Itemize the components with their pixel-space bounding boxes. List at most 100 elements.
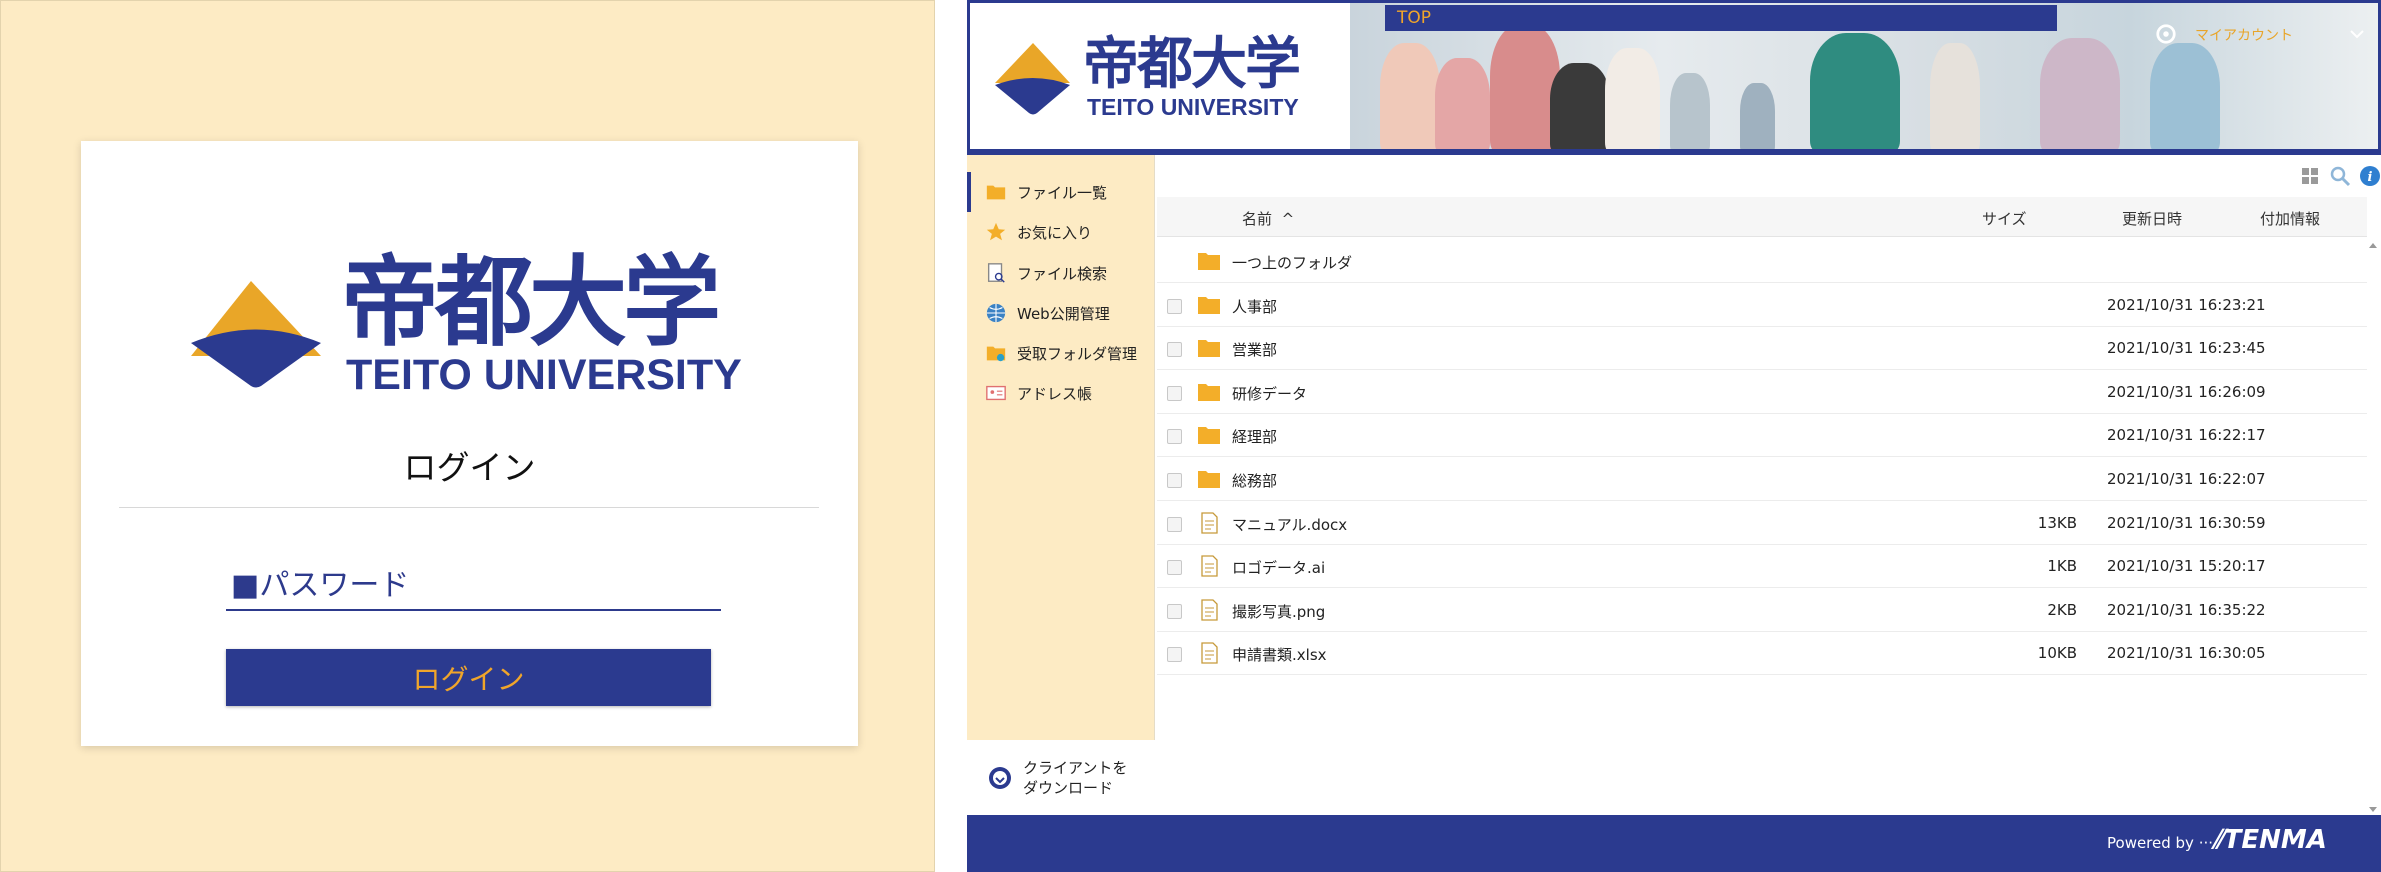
chevron-down-icon[interactable]	[2350, 29, 2364, 39]
row-checkbox[interactable]	[1167, 298, 1182, 314]
folder-up-icon	[1197, 250, 1221, 272]
file-modified-date: 2021/10/31 16:30:59	[2107, 513, 2266, 532]
sidebar-item-label: お気に入り	[1017, 223, 1093, 242]
sidebar-item-inbox-folders[interactable]: 受取フォルダ管理	[967, 333, 1155, 373]
table-row[interactable]: 営業部 2021/10/31 16:23:45	[1157, 327, 2367, 371]
logo-kanji-text: 帝都大学	[1083, 33, 1299, 97]
scrollbar[interactable]	[2367, 240, 2379, 815]
powered-by-text: Powered by ···	[2107, 834, 2214, 852]
column-header-info[interactable]: 付加情報	[2260, 208, 2320, 229]
divider	[119, 507, 819, 508]
grid-view-icon[interactable]	[2299, 165, 2321, 187]
folder-icon	[1197, 424, 1221, 446]
sidebar-item-web-publish[interactable]: Web公開管理	[967, 293, 1155, 333]
star-icon	[986, 222, 1006, 241]
table-row[interactable]: 経理部 2021/10/31 16:22:17	[1157, 414, 2367, 458]
tenma-brand-text: TENMA	[2223, 825, 2327, 855]
sidebar-item-label: アドレス帳	[1017, 384, 1093, 403]
gear-icon[interactable]	[2155, 23, 2177, 45]
row-checkbox[interactable]	[1167, 385, 1182, 401]
folder-icon	[986, 185, 1006, 200]
toolbar: i	[1155, 155, 2381, 197]
password-input[interactable]	[226, 561, 721, 611]
table-row[interactable]: 総務部 2021/10/31 16:22:07	[1157, 458, 2367, 501]
sidebar-item-file-search[interactable]: ファイル検索	[967, 253, 1155, 293]
row-checkbox[interactable]	[1167, 516, 1182, 532]
file-name: 営業部	[1232, 341, 1278, 360]
login-card: 帝都大学 TEITO UNIVERSITY ログイン ログイン	[81, 141, 858, 746]
svg-text:i: i	[2368, 170, 2373, 185]
file-modified-date: 2021/10/31 16:35:22	[2107, 600, 2266, 619]
login-title: ログイン	[403, 448, 536, 487]
column-header-date[interactable]: 更新日時	[2122, 208, 2182, 229]
folder-icon	[1197, 468, 1221, 490]
sidebar-item-favorites[interactable]: お気に入り	[967, 212, 1155, 252]
logo-english-text: TEITO UNIVERSITY	[1087, 94, 1299, 120]
logo-kanji-text: 帝都大学	[341, 245, 718, 360]
column-name-label: 名前	[1242, 210, 1273, 228]
tenma-logo: ⫽TENMA	[2212, 825, 2327, 861]
row-checkbox[interactable]	[1167, 560, 1182, 576]
file-name: 一つ上のフォルダ	[1232, 254, 1353, 272]
row-checkbox[interactable]	[1167, 647, 1182, 663]
table-row[interactable]: 撮影写真.png 2KB 2021/10/31 16:35:22	[1157, 589, 2367, 632]
column-header-name[interactable]: 名前 ^	[1242, 208, 1294, 229]
university-logo: 帝都大学 TEITO UNIVERSITY	[191, 245, 742, 396]
sidebar-item-label: ファイル検索	[1017, 264, 1108, 283]
file-icon	[1197, 555, 1221, 577]
info-icon[interactable]: i	[2359, 165, 2381, 187]
file-table-header: 名前 ^ サイズ 更新日時 付加情報	[1157, 197, 2367, 237]
file-name: 経理部	[1232, 428, 1278, 447]
table-row[interactable]: マニュアル.docx 13KB 2021/10/31 16:30:59	[1157, 502, 2367, 545]
search-icon[interactable]	[2329, 165, 2351, 187]
file-size: 10KB	[2037, 644, 2077, 663]
file-search-icon	[987, 263, 1005, 283]
sidebar-item-address-book[interactable]: アドレス帳	[967, 373, 1155, 413]
folder-icon	[1197, 381, 1221, 403]
top-nav-link[interactable]: TOP	[1385, 5, 2057, 31]
row-checkbox[interactable]	[1167, 342, 1182, 358]
folder-icon	[1197, 337, 1221, 359]
footer: Powered by ··· ⫽TENMA	[967, 815, 2381, 872]
file-modified-date: 2021/10/31 16:23:45	[2107, 339, 2266, 358]
table-row[interactable]: 申請書類.xlsx 10KB 2021/10/31 16:30:05	[1157, 632, 2367, 676]
logo-english-text: TEITO UNIVERSITY	[346, 351, 742, 396]
table-row[interactable]: 研修データ 2021/10/31 16:26:09	[1157, 371, 2367, 414]
file-modified-date: 2021/10/31 15:20:17	[2107, 557, 2266, 576]
login-page: 帝都大学 TEITO UNIVERSITY ログイン ログイン	[0, 0, 935, 872]
file-modified-date: 2021/10/31 16:22:07	[2107, 470, 2266, 488]
table-row[interactable]: ロゴデータ.ai 1KB 2021/10/31 15:20:17	[1157, 545, 2367, 589]
sidebar-item-label: Web公開管理	[1017, 304, 1110, 323]
row-checkbox[interactable]	[1167, 429, 1182, 445]
sidebar-item-file-list[interactable]: ファイル一覧	[967, 172, 1155, 212]
file-icon	[1197, 511, 1221, 534]
column-header-size[interactable]: サイズ	[1982, 208, 2027, 229]
sidebar-item-label: ファイル一覧	[1017, 183, 1108, 202]
row-checkbox[interactable]	[1167, 473, 1182, 488]
download-client-label: クライアントを ダウンロード	[1023, 758, 1127, 798]
file-name: マニュアル.docx	[1232, 515, 1348, 534]
table-row[interactable]: 人事部 2021/10/31 16:23:21	[1157, 284, 2367, 327]
up-folder-row[interactable]: 一つ上のフォルダ	[1157, 240, 2367, 283]
my-account-link[interactable]: マイアカウント	[2195, 25, 2293, 45]
login-button[interactable]: ログイン	[226, 649, 711, 706]
file-modified-date: 2021/10/31 16:26:09	[2107, 382, 2266, 401]
download-client-button[interactable]: クライアントを ダウンロード	[967, 740, 1155, 815]
file-name: ロゴデータ.ai	[1232, 559, 1326, 578]
file-name: 総務部	[1232, 472, 1278, 490]
file-icon	[1197, 642, 1221, 665]
file-size: 1KB	[2047, 557, 2077, 576]
file-icon	[1197, 599, 1221, 621]
folder-icon	[1197, 294, 1221, 316]
file-manager-app: 帝都大学 TEITO UNIVERSITY TOP マイアカウント ファイル一覧…	[967, 0, 2381, 872]
header-university-logo[interactable]: 帝都大学 TEITO UNIVERSITY	[995, 33, 1325, 128]
file-name: 撮影写真.png	[1232, 602, 1326, 621]
row-checkbox[interactable]	[1167, 603, 1182, 619]
download-line-2: ダウンロード	[1023, 778, 1114, 797]
file-modified-date: 2021/10/31 16:23:21	[2107, 295, 2266, 314]
file-name: 研修データ	[1232, 384, 1308, 403]
file-name: 人事部	[1232, 297, 1278, 316]
download-globe-icon	[989, 766, 1011, 789]
address-book-icon	[986, 385, 1006, 401]
sort-ascending-icon: ^	[1281, 210, 1295, 228]
